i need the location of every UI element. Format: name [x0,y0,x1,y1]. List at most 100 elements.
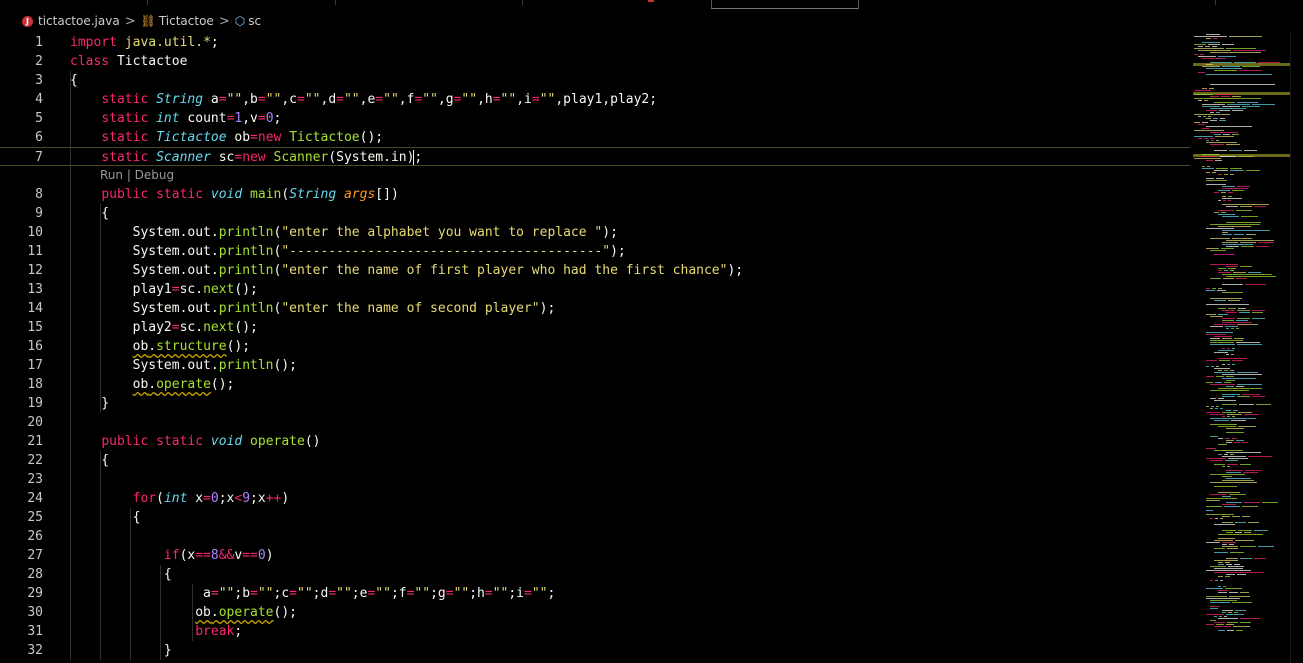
minimap[interactable] [1190,32,1290,663]
code-token: "" [500,92,517,107]
code-text[interactable]: } [70,394,109,413]
code-line[interactable]: 31 break; [0,622,1190,641]
minimap-line [1210,620,1216,621]
code-line[interactable]: 32 } [0,641,1190,660]
code-line[interactable]: 17 System.out.println(); [0,356,1190,375]
code-text[interactable]: { [70,565,172,584]
tab-modified-indicator [648,0,654,2]
code-line[interactable]: 20 [0,413,1190,432]
code-line[interactable]: 21 public static void operate() [0,432,1190,451]
code-token: 0 [265,111,274,126]
breadcrumb-file[interactable]: tictactoe.java [38,14,120,28]
code-text[interactable]: System.out.println("enter the name of fi… [70,261,744,280]
code-text[interactable]: break; [70,622,242,641]
code-line[interactable]: 28 { [0,565,1190,584]
code-text[interactable]: public static void operate() [70,432,320,451]
code-line[interactable]: 3{ [0,71,1190,90]
code-text[interactable]: play2=sc.next(); [70,318,258,337]
code-line[interactable]: 16 ob.structure(); [0,337,1190,356]
code-text[interactable]: play1=sc.next(); [70,280,258,299]
minimap-line [1210,52,1261,53]
code-line[interactable]: 6 static Tictactoe ob=new Tictactoe(); [0,128,1190,147]
minimap-line [1214,400,1236,401]
code-text[interactable]: { [70,71,78,90]
code-text[interactable]: for(int x=0;x<9;x++) [70,489,290,508]
minimap-line [1238,426,1256,427]
code-line[interactable]: 12 System.out.println("enter the name of… [0,261,1190,280]
code-token: "" [539,92,556,107]
code-token: ;b [234,586,251,601]
vertical-scrollbar[interactable] [1290,32,1303,663]
code-line[interactable]: 2 class Tictactoe [0,52,1190,71]
code-text[interactable]: if(x==8&&v==0) [70,546,274,565]
code-text[interactable]: System.out.println("enter the alphabet y… [70,223,618,242]
code-text[interactable]: static String a="",b="",c="",d="",e="",f… [70,90,657,109]
minimap-line [1245,470,1262,471]
code-line[interactable]: 27 if(x==8&&v==0) [0,546,1190,565]
code-line[interactable]: 10 System.out.println("enter the alphabe… [0,223,1190,242]
code-line[interactable]: 1 import java.util.*; [0,33,1190,52]
code-text[interactable]: public static void main(String args[]) [70,185,398,204]
code-token: ,e [359,92,376,107]
minimap-line [1198,72,1205,73]
code-token: (); [210,377,235,392]
minimap-line [1210,398,1216,399]
code-line[interactable]: 9 { [0,204,1190,223]
code-text[interactable]: static Tictactoe ob=new Tictactoe(); [70,128,383,147]
code-text[interactable]: class Tictactoe [70,52,187,71]
code-text[interactable]: ob.structure(); [70,337,250,356]
code-line[interactable]: 11 System.out.println("-----------------… [0,242,1190,261]
minimap-line [1206,506,1222,507]
breadcrumb-class[interactable]: Tictactoe [159,14,214,28]
code-line-current[interactable]: 7 static Scanner sc=new Scanner(System.i… [0,147,1190,166]
minimap-line [1202,168,1214,169]
code-line[interactable]: 18 ob.operate(); [0,375,1190,394]
line-number: 12 [27,263,43,278]
code-line[interactable]: 13 play1=sc.next(); [0,280,1190,299]
minimap-line [1222,196,1226,197]
code-text[interactable]: System.out.println("enter the name of se… [70,299,556,318]
code-line[interactable]: 22 { [0,451,1190,470]
code-line[interactable]: 8 public static void main(String args[]) [0,185,1190,204]
minimap-line [1226,240,1274,241]
code-line[interactable]: 4 static String a="",b="",c="",d="",e=""… [0,90,1190,109]
code-text[interactable]: static Scanner sc=new Scanner(System.in)… [70,148,422,167]
code-text[interactable]: { [70,508,141,527]
code-text[interactable]: a="";b="";c="";d="";e="";f="";g="";h="";… [70,584,555,603]
code-line[interactable]: 5 static int count=1,v=0; [0,109,1190,128]
code-text[interactable]: { [70,204,109,223]
code-token: "enter the name of first player who had … [281,263,728,278]
code-text[interactable]: ob.operate(); [70,375,235,394]
active-editor-tab[interactable] [711,0,859,9]
code-text[interactable]: import java.util.*; [70,33,219,52]
code-editor[interactable]: 1 import java.util.*; 2 class Tictactoe 3{4 … [0,32,1190,663]
code-token: ); [610,244,626,259]
code-text[interactable]: ob.operate(); [70,603,297,622]
minimap-line [1234,62,1256,63]
codelens-run-debug[interactable]: Run | Debug [100,166,174,185]
code-line[interactable]: 25 { [0,508,1190,527]
minimap-line [1210,224,1260,225]
code-text[interactable]: } [70,641,172,660]
code-text[interactable]: static int count=1,v=0; [70,109,281,128]
minimap-line [1222,530,1236,531]
minimap-line [1214,486,1237,487]
code-line[interactable]: 29 a="";b="";c="";d="";e="";f="";g="";h=… [0,584,1190,603]
code-line[interactable]: 30 ob.operate(); [0,603,1190,622]
code-line[interactable]: 14 System.out.println("enter the name of… [0,299,1190,318]
breadcrumb-field[interactable]: sc [248,14,261,28]
code-text[interactable]: System.out.println("--------------------… [70,242,626,261]
code-text[interactable]: { [70,451,109,470]
code-line[interactable]: 19 } [0,394,1190,413]
minimap-line [1236,278,1247,279]
minimap-line [1228,268,1236,269]
code-text[interactable]: System.out.println(); [70,356,297,375]
code-line[interactable]: 23 [0,470,1190,489]
code-line[interactable]: 26 [0,527,1190,546]
code-token: && [218,548,235,563]
minimap-line [1194,94,1213,95]
code-line[interactable]: 24 for(int x=0;x<9;x++) [0,489,1190,508]
code-line[interactable]: 15 play2=sc.next(); [0,318,1190,337]
